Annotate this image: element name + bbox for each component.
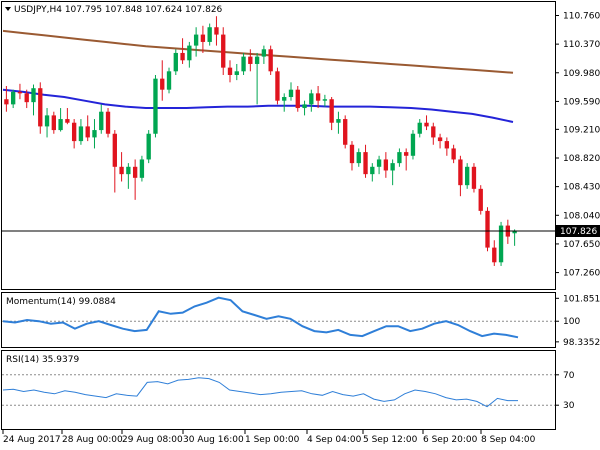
- candle: [275, 67, 280, 105]
- time-tick-label: 29 Aug 08:00: [122, 435, 183, 445]
- forex-chart: 110.760 110.370 109.980 109.590 109.210 108.8…: [1, 1, 600, 445]
- candle: [343, 115, 348, 149]
- price-tick-label: 108.040: [563, 211, 600, 221]
- candle: [465, 163, 470, 189]
- candle: [166, 67, 172, 94]
- time-axis: 24 Aug 2017 28 Aug 00:00 29 Aug 08:00 30 Au…: [2, 430, 536, 445]
- price-axis: 110.760 110.370 109.980 109.590 109.210 108.8…: [555, 11, 600, 279]
- time-tick-label: 6 Sep 20:00: [423, 435, 478, 445]
- rsi-panel-frame: [1, 350, 556, 430]
- candle: [485, 207, 490, 252]
- time-tick-label: 8 Sep 04:00: [481, 435, 536, 445]
- indicator-tick-label: 100: [563, 317, 580, 327]
- candle: [471, 163, 477, 193]
- momentum-title: Momentum(14) 99.0884: [6, 297, 116, 307]
- price-tick-label: 109.980: [563, 69, 600, 79]
- time-tick-label: 24 Aug 2017: [3, 435, 61, 445]
- indicator-tick-label: 98.3352: [563, 338, 600, 348]
- candle: [268, 45, 273, 75]
- current-price-label: 107.826: [560, 227, 597, 237]
- price-tick-label: 107.260: [563, 269, 600, 279]
- candle: [498, 221, 504, 266]
- candle: [478, 185, 483, 215]
- candle: [139, 155, 145, 182]
- price-tick-label: 109.590: [563, 97, 600, 107]
- candle: [410, 130, 416, 160]
- price-tick-label: 108.430: [563, 183, 600, 193]
- price-tick-label: 109.210: [563, 125, 600, 135]
- candle: [105, 108, 111, 138]
- price-tick-label: 110.370: [563, 40, 600, 50]
- candle: [38, 82, 43, 134]
- candle: [173, 49, 178, 75]
- rsi-title: RSI(14) 35.9379: [6, 355, 79, 365]
- time-tick-label: 28 Aug 00:00: [62, 435, 123, 445]
- time-tick-label: 30 Aug 16:00: [183, 435, 244, 445]
- indicator-tick-label: 30: [563, 401, 575, 411]
- price-tick-label: 107.650: [563, 240, 600, 250]
- time-tick-label: 4 Sep 04:00: [307, 435, 362, 445]
- time-tick-label: 5 Sep 12:00: [363, 435, 418, 445]
- price-tick-label: 110.760: [563, 11, 600, 21]
- candle: [153, 74, 158, 138]
- time-tick-label: 1 Sep 00:00: [245, 435, 300, 445]
- indicator-tick-label: 101.8517: [563, 294, 600, 304]
- symbol-title: USDJPY,H4 107.795 107.848 107.624 107.82…: [5, 5, 223, 15]
- price-tick-label: 108.820: [563, 154, 600, 164]
- candle: [146, 130, 151, 164]
- indicator-tick-label: 70: [563, 371, 575, 381]
- candle: [295, 86, 300, 112]
- chart-title: USDJPY,H4 107.795 107.848 107.624 107.82…: [14, 5, 223, 15]
- price-panel-frame: [1, 1, 556, 290]
